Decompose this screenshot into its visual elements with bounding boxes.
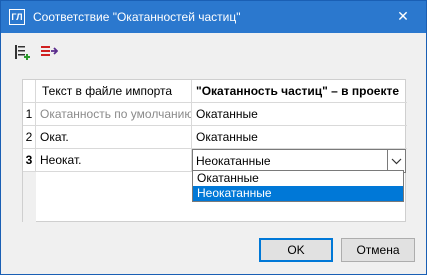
combobox-value: Неокатанные	[196, 154, 271, 168]
dropdown-button[interactable]	[387, 150, 405, 172]
dropdown-option-selected[interactable]: Неокатанные	[193, 186, 403, 201]
chevron-down-icon	[391, 158, 402, 165]
project-value-cell[interactable]: Окатанные	[192, 126, 407, 149]
import-text-cell[interactable]: Окатанность по умолчанию	[36, 103, 192, 126]
header-import-text: Текст в файле импорта	[36, 80, 192, 103]
row-number: 2	[23, 126, 36, 149]
window-title: Соответствие "Окатанностей частиц"	[33, 10, 241, 24]
close-button[interactable]: ✕	[380, 1, 426, 32]
header-project-value: "Окатанность частиц" – в проекте	[192, 80, 407, 103]
add-rows-icon[interactable]	[14, 43, 32, 61]
delete-rows-icon[interactable]	[40, 43, 59, 61]
header-corner	[23, 80, 36, 103]
app-icon: ГЛ	[9, 9, 25, 25]
row-number: 3	[23, 149, 36, 172]
cancel-button[interactable]: Отмена	[341, 238, 415, 262]
dialog-window: ГЛ Соответствие "Окатанностей частиц" ✕ …	[0, 0, 427, 275]
dropdown-list[interactable]: Окатанные Неокатанные	[192, 170, 404, 202]
import-text-cell[interactable]: Окат.	[36, 126, 192, 149]
grid-empty-area	[23, 172, 36, 222]
project-value-cell[interactable]: Окатанные	[192, 103, 407, 126]
dropdown-option[interactable]: Окатанные	[193, 171, 403, 186]
row-number: 1	[23, 103, 36, 126]
title-bar[interactable]: ГЛ Соответствие "Окатанностей частиц" ✕	[1, 1, 426, 33]
ok-button[interactable]: OK	[259, 238, 333, 262]
import-text-cell[interactable]: Неокат.	[36, 149, 192, 172]
